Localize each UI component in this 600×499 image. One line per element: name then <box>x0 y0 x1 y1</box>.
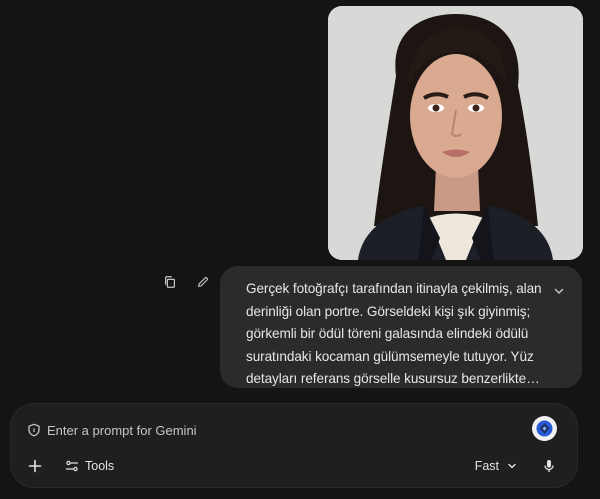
add-attachment-button[interactable] <box>25 456 45 476</box>
copy-icon <box>165 276 175 288</box>
microphone-icon <box>544 460 554 472</box>
model-mode-dropdown[interactable]: Fast <box>475 459 517 473</box>
edit-icon <box>198 276 209 287</box>
copy-button[interactable] <box>160 272 180 292</box>
portrait-illustration <box>328 6 583 260</box>
plus-icon <box>28 459 42 473</box>
tools-label: Tools <box>85 459 115 473</box>
prompt-row <box>27 418 561 442</box>
edit-button[interactable] <box>193 272 213 292</box>
tools-button[interactable]: Tools <box>65 459 114 473</box>
composer-toolbar: Tools Fast <box>25 452 563 480</box>
user-message-text: Gerçek fotoğrafçı tarafından itinayla çe… <box>246 281 542 386</box>
user-message-bubble: Gerçek fotoğrafçı tarafından itinayla çe… <box>220 266 582 388</box>
chevron-down-icon <box>554 288 564 294</box>
shield-icon <box>27 423 41 437</box>
microphone-button[interactable] <box>539 456 559 476</box>
extension-button[interactable] <box>532 416 557 441</box>
prompt-composer: Tools Fast <box>10 403 578 488</box>
chevron-down-icon <box>508 463 516 469</box>
uploaded-portrait-image[interactable] <box>328 6 583 260</box>
expand-message-button[interactable] <box>550 282 568 300</box>
tools-sliders-icon <box>65 460 79 472</box>
prompt-input[interactable] <box>47 422 561 438</box>
extension-icon <box>536 420 553 437</box>
mode-label: Fast <box>474 459 499 473</box>
